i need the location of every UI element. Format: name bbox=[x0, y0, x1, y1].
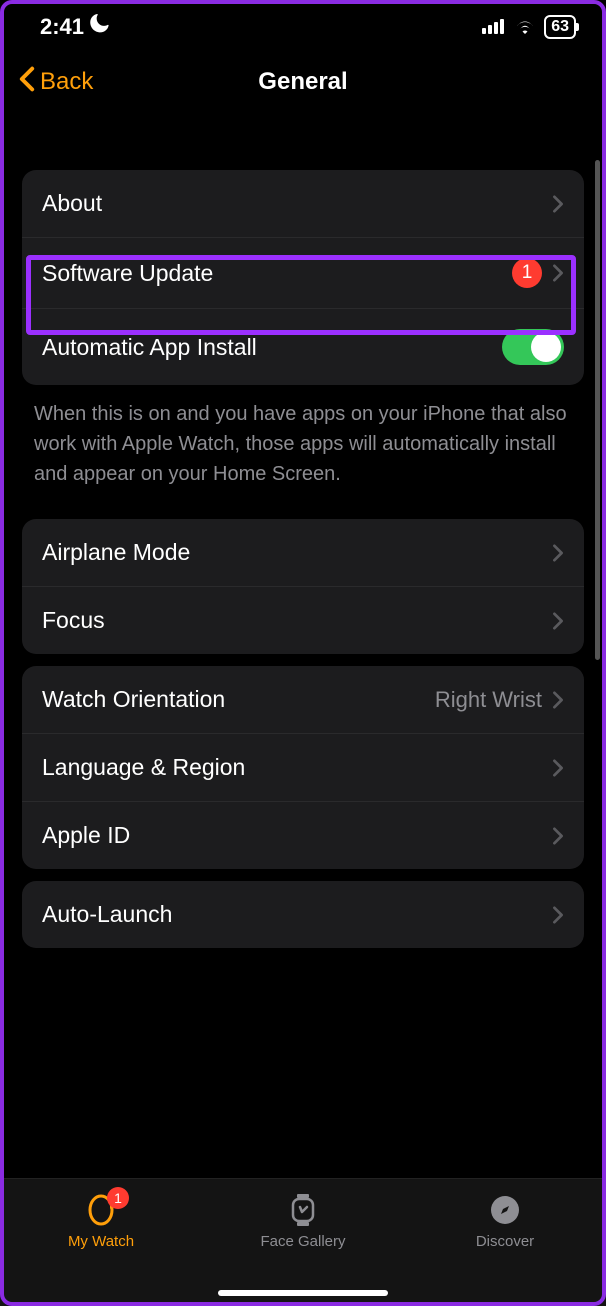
row-airplane-mode[interactable]: Airplane Mode bbox=[22, 519, 584, 587]
chevron-right-icon bbox=[552, 612, 564, 630]
status-bar: 2:41 63 bbox=[0, 0, 606, 46]
chevron-right-icon bbox=[552, 759, 564, 777]
chevron-right-icon bbox=[552, 691, 564, 709]
row-label: Apple ID bbox=[42, 822, 130, 849]
status-time: 2:41 bbox=[40, 14, 84, 40]
row-detail: Right Wrist bbox=[435, 687, 542, 713]
tab-badge: 1 bbox=[107, 1187, 129, 1209]
battery-indicator: 63 bbox=[544, 15, 576, 39]
tab-face-gallery[interactable]: Face Gallery bbox=[223, 1193, 383, 1250]
row-label: Language & Region bbox=[42, 754, 245, 781]
back-label: Back bbox=[40, 68, 93, 96]
row-label: About bbox=[42, 190, 102, 217]
scrollbar-indicator bbox=[595, 160, 600, 660]
do-not-disturb-icon bbox=[90, 14, 110, 40]
chevron-right-icon bbox=[552, 906, 564, 924]
row-focus[interactable]: Focus bbox=[22, 587, 584, 654]
tab-label: My Watch bbox=[68, 1233, 134, 1250]
chevron-right-icon bbox=[552, 544, 564, 562]
row-apple-id[interactable]: Apple ID bbox=[22, 802, 584, 869]
row-about[interactable]: About bbox=[22, 170, 584, 238]
page-title: General bbox=[258, 68, 347, 96]
chevron-right-icon bbox=[552, 195, 564, 213]
chevron-right-icon bbox=[552, 827, 564, 845]
row-software-update[interactable]: Software Update 1 bbox=[22, 238, 584, 309]
row-label: Software Update bbox=[42, 260, 213, 287]
settings-group: Watch Orientation Right Wrist Language &… bbox=[22, 666, 584, 869]
home-indicator[interactable] bbox=[218, 1290, 388, 1296]
tab-label: Face Gallery bbox=[260, 1233, 345, 1250]
row-label: Watch Orientation bbox=[42, 686, 225, 713]
row-label: Auto-Launch bbox=[42, 901, 172, 928]
compass-icon bbox=[488, 1193, 522, 1227]
row-automatic-app-install[interactable]: Automatic App Install bbox=[22, 309, 584, 385]
row-label: Airplane Mode bbox=[42, 539, 190, 566]
row-label: Focus bbox=[42, 607, 105, 634]
tab-my-watch[interactable]: 1 My Watch bbox=[21, 1193, 181, 1250]
tab-bar: 1 My Watch Face Gallery Discover bbox=[0, 1178, 606, 1306]
watch-face-icon bbox=[286, 1193, 320, 1227]
tab-label: Discover bbox=[476, 1233, 534, 1250]
settings-group: Airplane Mode Focus bbox=[22, 519, 584, 654]
row-label: Automatic App Install bbox=[42, 334, 257, 361]
toggle-switch[interactable] bbox=[502, 329, 564, 365]
tab-discover[interactable]: Discover bbox=[425, 1193, 585, 1250]
back-button[interactable]: Back bbox=[18, 66, 93, 99]
row-watch-orientation[interactable]: Watch Orientation Right Wrist bbox=[22, 666, 584, 734]
chevron-right-icon bbox=[552, 264, 564, 282]
row-language-region[interactable]: Language & Region bbox=[22, 734, 584, 802]
group-footer: When this is on and you have apps on you… bbox=[0, 385, 606, 507]
settings-group: About Software Update 1 Automatic App In… bbox=[22, 170, 584, 385]
row-auto-launch[interactable]: Auto-Launch bbox=[22, 881, 584, 948]
cellular-icon bbox=[482, 14, 506, 40]
settings-group: Auto-Launch bbox=[22, 881, 584, 948]
update-badge: 1 bbox=[512, 258, 542, 288]
wifi-icon bbox=[514, 14, 536, 40]
chevron-left-icon bbox=[18, 66, 36, 99]
nav-bar: Back General bbox=[0, 46, 606, 118]
content-scroll[interactable]: About Software Update 1 Automatic App In… bbox=[0, 160, 606, 1178]
